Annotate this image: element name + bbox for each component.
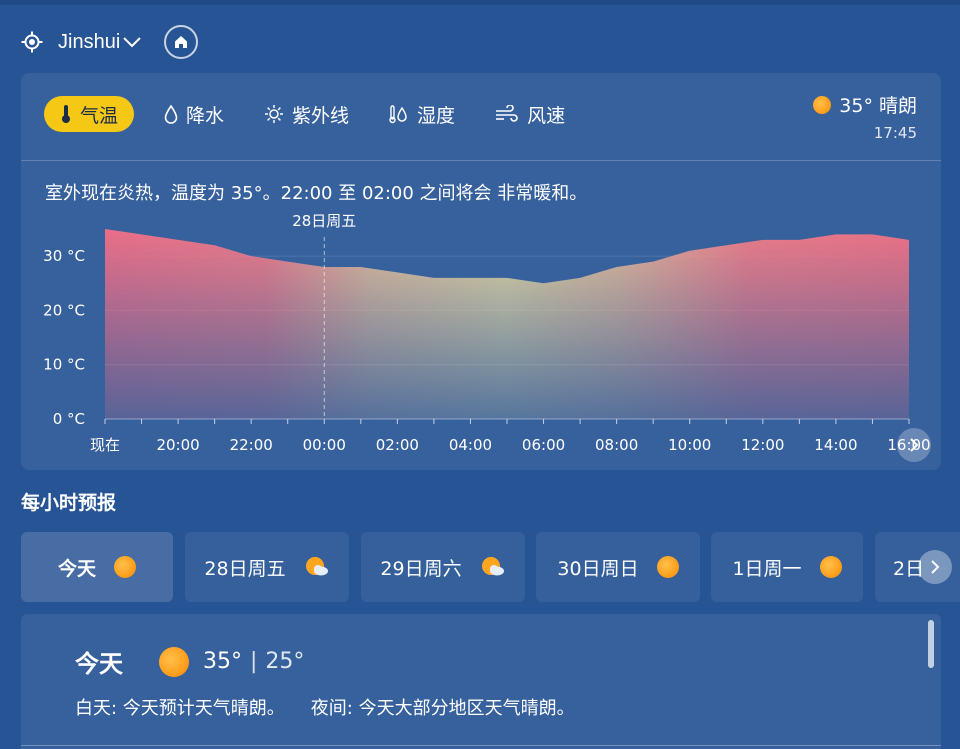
home-icon (175, 36, 188, 48)
daytime-summary: 白天: 今天预计天气晴朗。 (75, 698, 285, 719)
x-tick-label: 06:00 (522, 436, 565, 454)
detail-day-name: 今天 (75, 650, 123, 678)
forecast-chart-card: 气温 降水 紫外线 湿度 风速 35° 晴朗 17:45 室外现在炎热，温度为 … (21, 73, 941, 470)
sun-icon (159, 646, 189, 677)
metric-tabs: 气温 降水 紫外线 湿度 风速 (44, 96, 595, 132)
day-tab-sun[interactable]: 30日周日 (536, 532, 700, 602)
y-tick-label: 0 °C (53, 410, 85, 428)
x-tick-label: 02:00 (376, 436, 419, 454)
tab-wind[interactable]: 风速 (485, 96, 575, 132)
temperature-chart: 0 °C 10 °C 20 °C 30 °C 现在 20:00 22:00 00:00 02:… (43, 212, 930, 454)
detail-scrollbar[interactable] (928, 620, 934, 668)
x-tick-label: 10:00 (668, 436, 711, 454)
sun-icon (656, 556, 679, 578)
chevron-right-icon (910, 438, 919, 452)
current-time: 17:45 (873, 124, 917, 142)
thermometer-icon (60, 104, 72, 124)
x-tick-label: 现在 (90, 436, 120, 454)
sun-icon (114, 556, 136, 578)
city-name[interactable]: Jinshui (58, 31, 120, 54)
x-tick-label: 20:00 (156, 436, 199, 454)
tab-temperature[interactable]: 气温 (44, 96, 135, 132)
tab-label: 紫外线 (292, 104, 350, 127)
day-selector: 今天 28日周五 29日周六 30日周日 1日周一 2日 (21, 532, 960, 602)
tab-label: 湿度 (417, 104, 456, 127)
chart-next-button[interactable] (897, 428, 931, 462)
tab-uv[interactable]: 紫外线 (254, 96, 359, 132)
humidity-icon (389, 104, 409, 124)
tab-label: 风速 (527, 104, 566, 127)
current-temp-condition: 35° 晴朗 (839, 95, 917, 117)
top-strip (0, 0, 960, 5)
x-tick-label: 22:00 (230, 436, 273, 454)
day-marker-label: 28日周五 (292, 212, 356, 230)
y-tick-label: 20 °C (43, 301, 85, 319)
forecast-summary: 室外现在炎热，温度为 35°。22:00 至 02:00 之间将会 非常暖和。 (45, 183, 588, 204)
tab-precipitation[interactable]: 降水 (154, 96, 234, 132)
day-tab-sat[interactable]: 29日周六 (361, 532, 525, 602)
night-summary: 夜间: 今天大部分地区天气晴朗。 (310, 698, 575, 719)
day-detail-panel: 今天 35° | 25° 白天: 今天预计天气晴朗。 夜间: 今天大部分地区天气… (21, 614, 941, 749)
day-label: 今天 (57, 557, 96, 580)
y-tick-label: 10 °C (43, 356, 85, 374)
chevron-right-icon (931, 560, 940, 574)
day-label: 1日周一 (732, 557, 802, 580)
sun-icon (813, 95, 832, 114)
x-tick-label: 04:00 (449, 436, 492, 454)
days-next-button[interactable] (918, 550, 952, 584)
tab-label: 气温 (80, 104, 119, 127)
low-temp: 25° (265, 649, 305, 674)
x-tick-label: 08:00 (595, 436, 638, 454)
drop-icon (164, 104, 178, 124)
day-label: 29日周六 (380, 557, 462, 580)
location-target-icon[interactable] (20, 30, 44, 54)
partly-cloudy-icon (305, 557, 328, 576)
sun-icon (819, 556, 842, 578)
day-tab-mon[interactable]: 1日周一 (711, 532, 863, 602)
high-temp: 35° (203, 649, 242, 674)
y-tick-label: 30 °C (43, 247, 85, 265)
temp-separator: | (250, 649, 258, 674)
tab-humidity[interactable]: 湿度 (379, 96, 465, 132)
temperature-area (105, 229, 909, 419)
home-button[interactable] (164, 25, 199, 59)
x-tick-label: 12:00 (741, 436, 784, 454)
partly-cloudy-icon (481, 557, 504, 576)
day-tab-today[interactable]: 今天 (21, 532, 173, 602)
chevron-down-icon[interactable] (122, 32, 142, 52)
bottom-divider (21, 745, 941, 746)
sun-rays-icon (264, 104, 284, 124)
hourly-forecast-title: 每小时预报 (21, 492, 117, 514)
location-bar: Jinshui (20, 24, 199, 60)
x-tick-label: 14:00 (814, 436, 857, 454)
x-tick-label: 00:00 (303, 436, 346, 454)
day-label: 30日周日 (557, 557, 639, 580)
tab-label: 降水 (186, 104, 225, 127)
current-conditions: 35° 晴朗 17:45 (813, 91, 917, 142)
day-tab-fri[interactable]: 28日周五 (185, 532, 349, 602)
day-label: 28日周五 (204, 557, 286, 580)
wind-icon (495, 105, 519, 123)
divider (21, 160, 941, 161)
